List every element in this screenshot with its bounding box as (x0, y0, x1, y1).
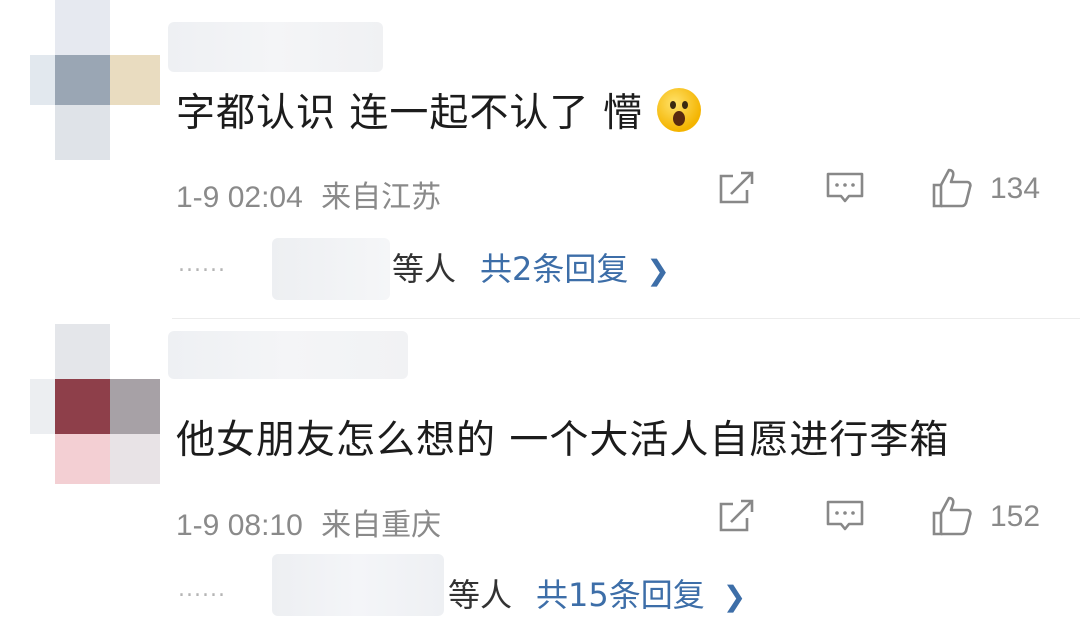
like-count: 134 (990, 172, 1041, 205)
reply-username (272, 554, 444, 616)
username[interactable] (168, 331, 408, 379)
reply-username (272, 238, 390, 300)
comment-meta: 1-9 02:04 来自江苏 (176, 172, 441, 216)
reply-count[interactable]: 共2条回复 (480, 250, 628, 288)
comment-text: 字都认识 连一起不认了 懵 (176, 88, 701, 133)
comment-item: 字都认识 连一起不认了 懵 1-9 02:04 来自江苏 134 ...... … (0, 0, 1080, 318)
astonished-emoji-icon (656, 88, 701, 132)
share-icon[interactable] (717, 168, 757, 208)
reply-preview-dots: ...... (178, 577, 226, 602)
comment-location: 来自江苏 (321, 181, 442, 214)
comment-meta: 1-9 08:10 来自重庆 (176, 500, 441, 544)
reply-who: 等人 (392, 250, 457, 288)
view-replies-link[interactable]: 等人 共15条回复 ❯ (448, 570, 746, 616)
chevron-right-icon: ❯ (646, 254, 670, 287)
comment-text: 他女朋友怎么想的 一个大活人自愿进行李箱 (176, 418, 950, 463)
comment-icon[interactable] (825, 496, 865, 536)
comment-time: 1-9 08:10 (176, 509, 303, 542)
like-icon[interactable] (930, 494, 974, 538)
reply-preview-dots: ...... (178, 252, 226, 277)
comment-icon[interactable] (825, 168, 865, 208)
comment-location: 来自重庆 (321, 509, 442, 542)
like-count: 152 (990, 500, 1041, 533)
reply-who: 等人 (448, 576, 513, 614)
view-replies-link[interactable]: 等人 共2条回复 ❯ (392, 244, 670, 290)
chevron-right-icon: ❯ (722, 580, 747, 613)
reply-count[interactable]: 共15条回复 (536, 576, 705, 614)
like-icon[interactable] (930, 166, 974, 210)
comment-item: 他女朋友怎么想的 一个大活人自愿进行李箱 1-9 08:10 来自重庆 152 … (0, 319, 1080, 634)
username[interactable] (168, 22, 383, 72)
comment-time: 1-9 02:04 (176, 181, 303, 214)
share-icon[interactable] (717, 496, 757, 536)
